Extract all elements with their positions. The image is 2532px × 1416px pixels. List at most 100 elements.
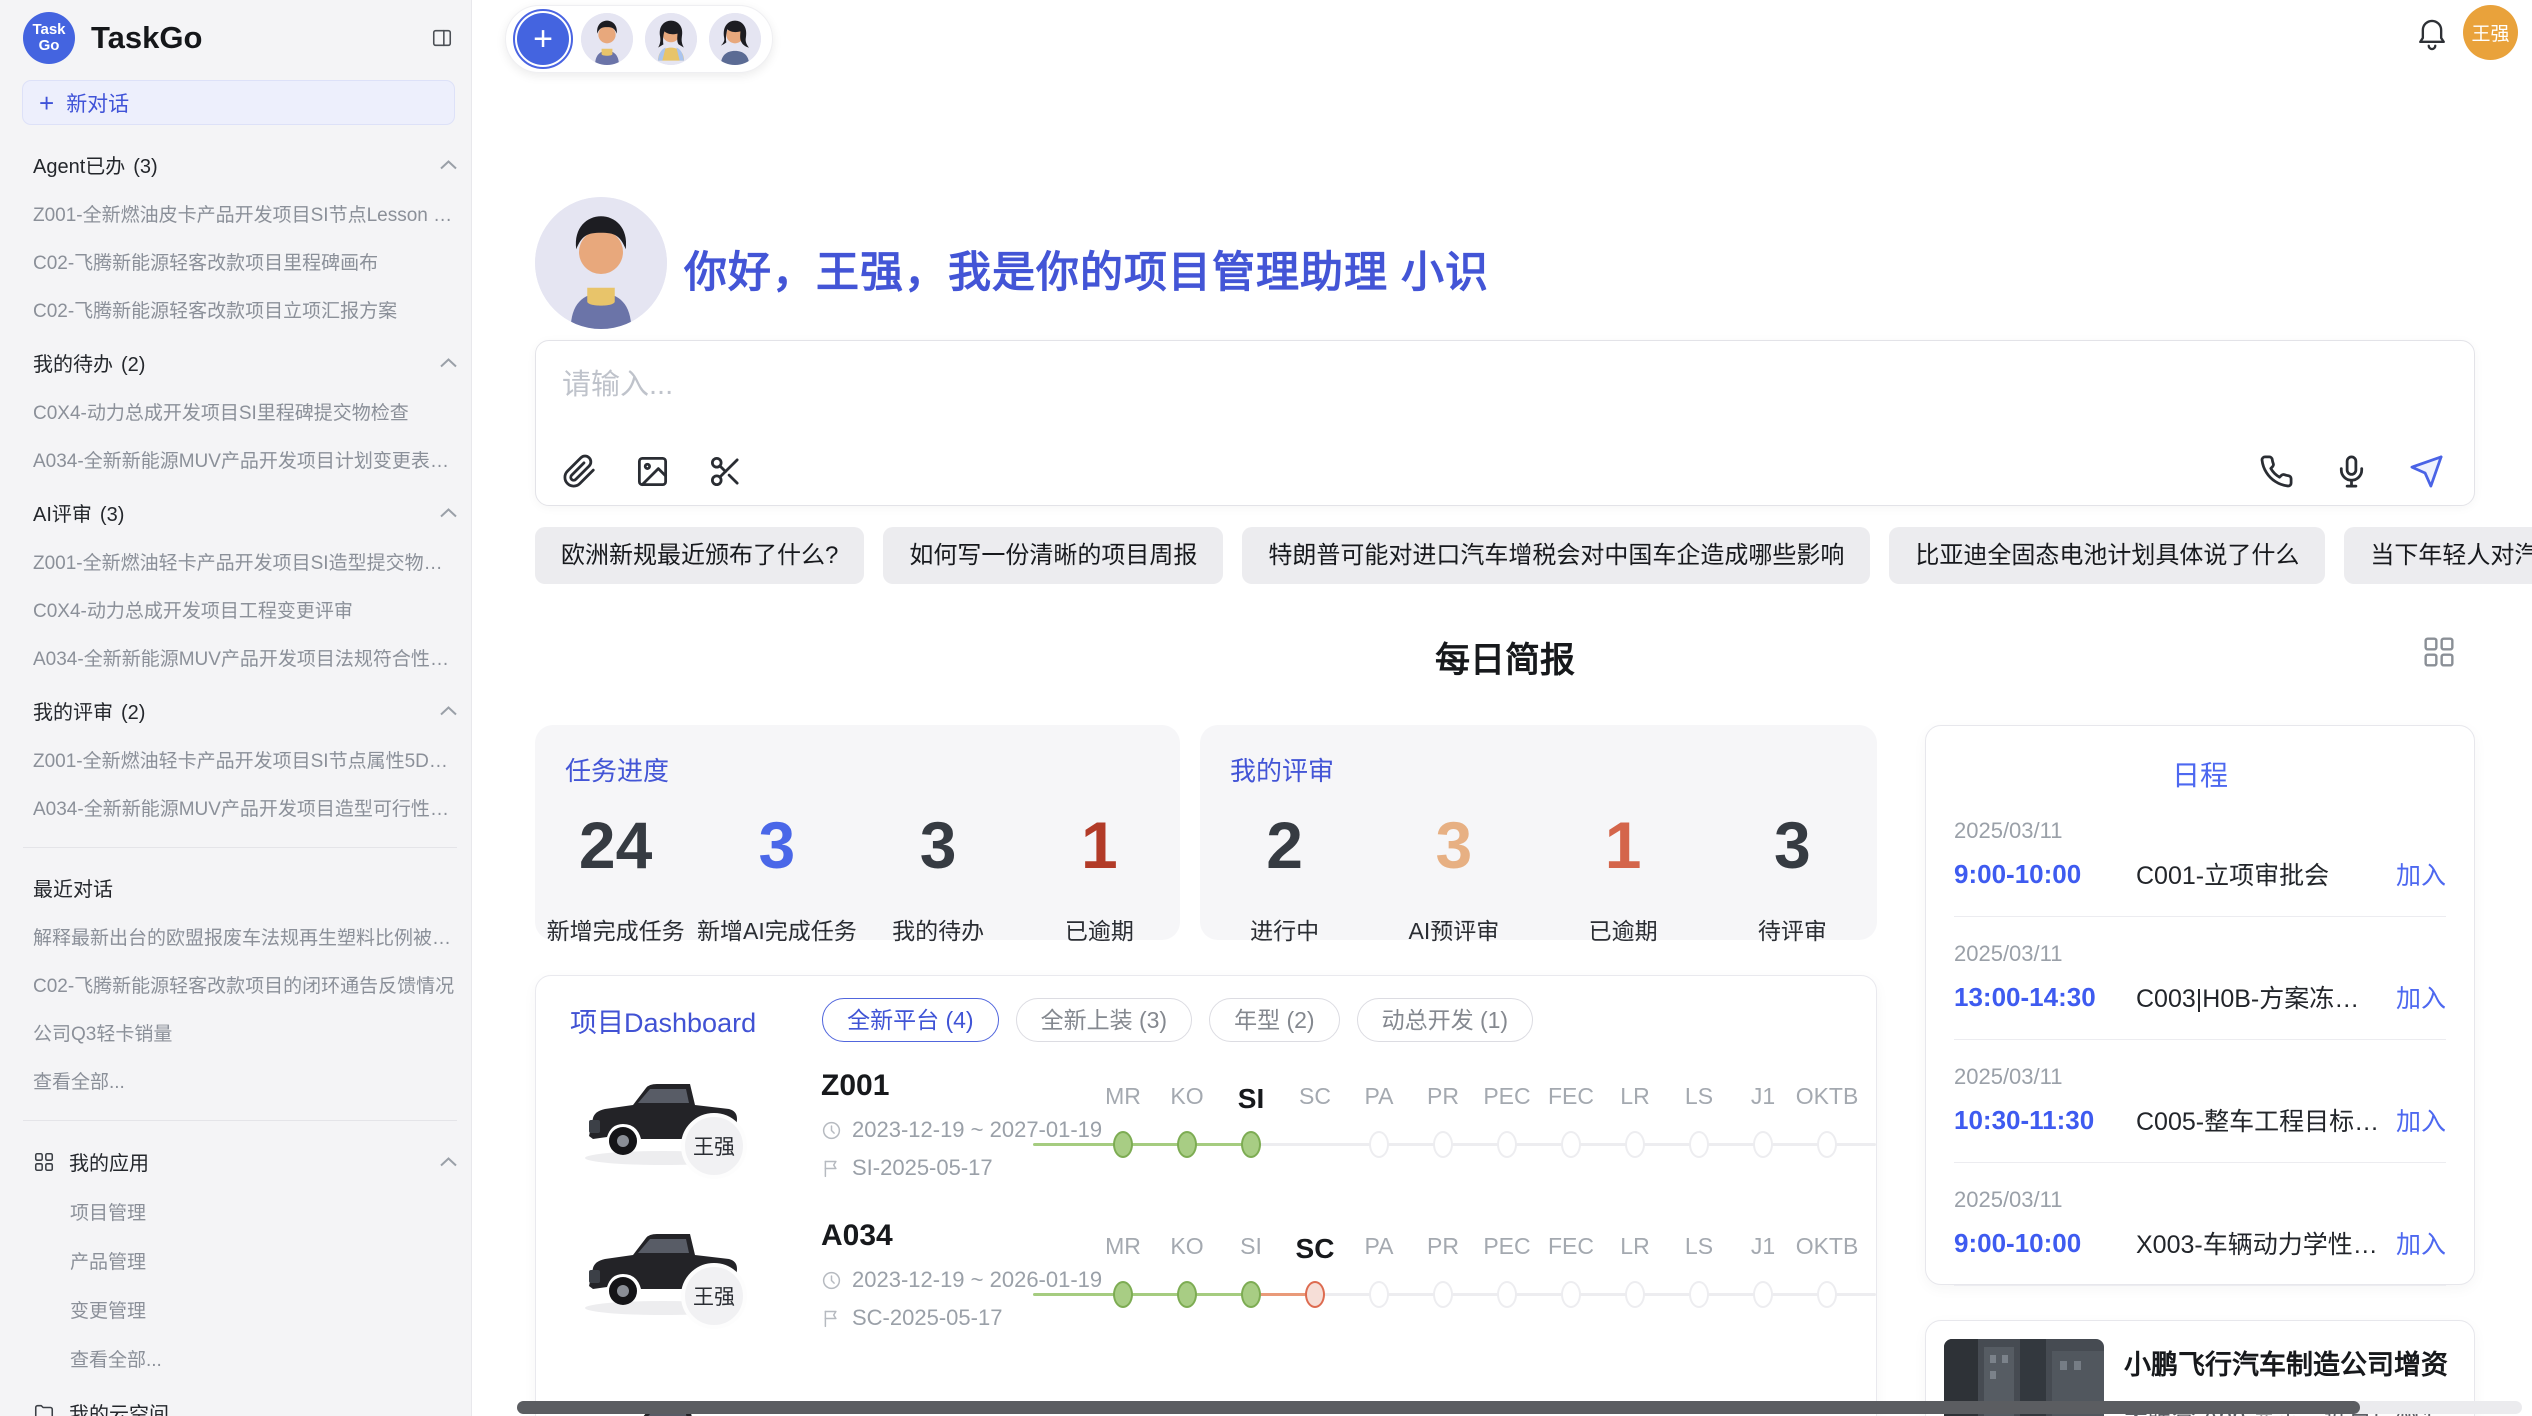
- suggestion-chip[interactable]: 特朗普可能对进口汽车增税会对中国车企造成哪些影响: [1242, 527, 1870, 584]
- stat: 1已逾期: [1019, 812, 1180, 946]
- divider: [1954, 1039, 2446, 1040]
- section-my-review[interactable]: 我的评审(2): [33, 696, 457, 725]
- sidebar-collapse-icon[interactable]: [431, 27, 453, 49]
- sidebar-item[interactable]: A034-全新新能源MUV产品开发项目造型可行性评审: [33, 794, 457, 821]
- composer-actions: [2259, 454, 2444, 489]
- milestone-timeline: MRKOSISCPAPRPECFECLRLSJ1OKTB: [1091, 1233, 1876, 1319]
- sidebar-item[interactable]: C02-飞腾新能源轻客改款项目里程碑画布: [33, 248, 457, 275]
- project-dates: 2023-12-19 ~ 2027-01-19: [852, 1117, 1102, 1143]
- stat: 3我的待办: [858, 812, 1019, 946]
- my-apps-label: 我的应用: [69, 1147, 426, 1176]
- tab-new-body[interactable]: 全新上装 (3): [1016, 998, 1193, 1042]
- recent-chat-item[interactable]: C02-飞腾新能源轻客改款项目的闭环通告反馈情况: [33, 971, 457, 998]
- suggestion-chip[interactable]: 如何写一份清晰的项目周报: [883, 527, 1223, 584]
- sidebar-item[interactable]: C0X4-动力总成开发项目SI里程碑提交物检查: [33, 398, 457, 425]
- layout-grid-icon[interactable]: [2423, 636, 2455, 668]
- send-icon[interactable]: [2409, 454, 2444, 489]
- flag-icon: [821, 1158, 842, 1179]
- chevron-up-icon: [440, 508, 457, 518]
- join-link[interactable]: 加入: [2396, 979, 2446, 1015]
- recent-chat-item[interactable]: 公司Q3轻卡销量: [33, 1019, 457, 1046]
- project-owner-badge: 王强: [681, 1113, 747, 1179]
- sidebar-item[interactable]: Z001-全新燃油皮卡产品开发项目SI节点Lesson Learn报告: [33, 200, 457, 227]
- news-title: 小鹏飞行汽车制造公司增资: [2124, 1343, 2456, 1382]
- add-agent-button[interactable]: +: [517, 13, 569, 65]
- horizontal-scrollbar-thumb[interactable]: [517, 1401, 2360, 1414]
- microphone-icon[interactable]: [2334, 454, 2369, 489]
- project-row-a034[interactable]: 王强 A034 2023-12-19 ~ 2026-01-19 SC-2025-…: [536, 1211, 1876, 1361]
- agent-avatar-1[interactable]: [581, 13, 633, 65]
- section-ai-review[interactable]: AI评审(3): [33, 498, 457, 527]
- daily-briefing-header: 每日简报: [535, 632, 2475, 683]
- sidebar-item-cloud-space[interactable]: 我的云空间: [33, 1398, 457, 1416]
- sidebar-item[interactable]: A034-全新新能源MUV产品开发项目法规符合性评审: [33, 644, 457, 671]
- schedule-date: 2025/03/11: [1954, 941, 2446, 967]
- tab-powertrain[interactable]: 动总开发 (1): [1357, 998, 1534, 1042]
- notification-bell-icon[interactable]: [2416, 17, 2448, 51]
- sidebar-item[interactable]: Z001-全新燃油轻卡产品开发项目SI造型提交物评审: [33, 548, 457, 575]
- agent-avatar-3[interactable]: [709, 13, 761, 65]
- chevron-up-icon: [440, 1157, 457, 1167]
- app-item-change-mgmt[interactable]: 变更管理: [70, 1296, 457, 1323]
- stat: 24新增完成任务: [535, 812, 696, 946]
- folder-icon: [33, 1402, 55, 1416]
- horizontal-scrollbar-track[interactable]: [517, 1401, 2522, 1414]
- recent-chat-item[interactable]: 解释最新出台的欧盟报废车法规再生塑料比例被调至15%...: [33, 923, 457, 950]
- apps-view-all[interactable]: 查看全部...: [70, 1345, 457, 1372]
- sidebar-item-my-apps[interactable]: 我的应用: [33, 1147, 457, 1176]
- join-link[interactable]: 加入: [2396, 1102, 2446, 1138]
- agent-avatar-2[interactable]: [645, 13, 697, 65]
- tab-new-platform[interactable]: 全新平台 (4): [822, 998, 999, 1042]
- join-link[interactable]: 加入: [2396, 1225, 2446, 1261]
- schedule-date: 2025/03/11: [1954, 1064, 2446, 1090]
- join-link[interactable]: 加入: [2396, 856, 2446, 892]
- tab-model-year[interactable]: 年型 (2): [1209, 998, 1340, 1042]
- flag-icon: [821, 1308, 842, 1329]
- assistant-avatar: [535, 197, 667, 329]
- cloud-space-label: 我的云空间: [69, 1398, 457, 1416]
- section-my-todo[interactable]: 我的待办(2): [33, 348, 457, 377]
- app-item-product-mgmt[interactable]: 产品管理: [70, 1247, 457, 1274]
- daily-briefing-title: 每日简报: [1435, 641, 1575, 680]
- sidebar-item[interactable]: C02-飞腾新能源轻客改款项目立项汇报方案: [33, 296, 457, 323]
- project-name: A034: [821, 1219, 893, 1253]
- sidebar-item[interactable]: A034-全新新能源MUV产品开发项目计划变更表编写: [33, 446, 457, 473]
- chat-input[interactable]: [562, 357, 1962, 413]
- composer-attachments: [562, 454, 743, 489]
- clock-icon: [821, 1270, 842, 1291]
- suggestion-chip[interactable]: 当下年轻人对汽车外观有怎样的喜好趋势: [2344, 527, 2532, 584]
- section-agent-done[interactable]: Agent已办(3): [33, 150, 457, 179]
- section-recent-chats: 最近对话: [33, 873, 457, 902]
- dashboard-tabs: 全新平台 (4) 全新上装 (3) 年型 (2) 动总开发 (1): [822, 998, 1533, 1042]
- schedule-event-title: C001-立项审批会: [2136, 856, 2380, 892]
- chevron-up-icon: [440, 358, 457, 368]
- logo-line1: Task: [32, 22, 65, 38]
- stat: 1已逾期: [1539, 812, 1708, 946]
- schedule-event-title: C003|H0B-方案冻结评审: [2136, 979, 2380, 1015]
- sidebar-item[interactable]: Z001-全新燃油轻卡产品开发项目SI节点属性5D文件评审: [33, 746, 457, 773]
- app-item-project-mgmt[interactable]: 项目管理: [70, 1198, 457, 1225]
- schedule-time: 13:00-14:30: [1954, 982, 2114, 1013]
- project-dashboard-card: 项目Dashboard 全新平台 (4) 全新上装 (3) 年型 (2) 动总开…: [535, 975, 1877, 1416]
- logo-line2: Go: [39, 38, 60, 54]
- app-title: TaskGo: [91, 20, 431, 56]
- suggestion-chip[interactable]: 欧洲新规最近颁布了什么?: [535, 527, 864, 584]
- stat: 3待评审: [1708, 812, 1877, 946]
- schedule-card: 日程 2025/03/11 9:00-10:00 C001-立项审批会 加入 2…: [1925, 725, 2475, 1285]
- stat: 3新增AI完成任务: [696, 812, 857, 946]
- user-avatar[interactable]: 王强: [2463, 5, 2518, 60]
- stat: 3AI预评审: [1369, 812, 1538, 946]
- schedule-date: 2025/03/11: [1954, 1187, 2446, 1213]
- new-chat-button[interactable]: + 新对话: [22, 80, 455, 125]
- suggestion-chip[interactable]: 比亚迪全固态电池计划具体说了什么: [1889, 527, 2325, 584]
- sidebar-item[interactable]: C0X4-动力总成开发项目工程变更评审: [33, 596, 457, 623]
- image-icon[interactable]: [635, 454, 670, 489]
- scissors-icon[interactable]: [708, 454, 743, 489]
- divider: [23, 847, 457, 848]
- paperclip-icon[interactable]: [562, 454, 597, 489]
- project-row-z001[interactable]: 王强 Z001 2023-12-19 ~ 2027-01-19 SI-2025-…: [536, 1061, 1876, 1211]
- phone-icon[interactable]: [2259, 454, 2294, 489]
- recent-view-all[interactable]: 查看全部...: [33, 1067, 457, 1094]
- section-title: Agent已办: [33, 156, 125, 178]
- app-window: Task Go TaskGo + 新对话 Agent已办(3) Z001-全新燃…: [0, 0, 2532, 1416]
